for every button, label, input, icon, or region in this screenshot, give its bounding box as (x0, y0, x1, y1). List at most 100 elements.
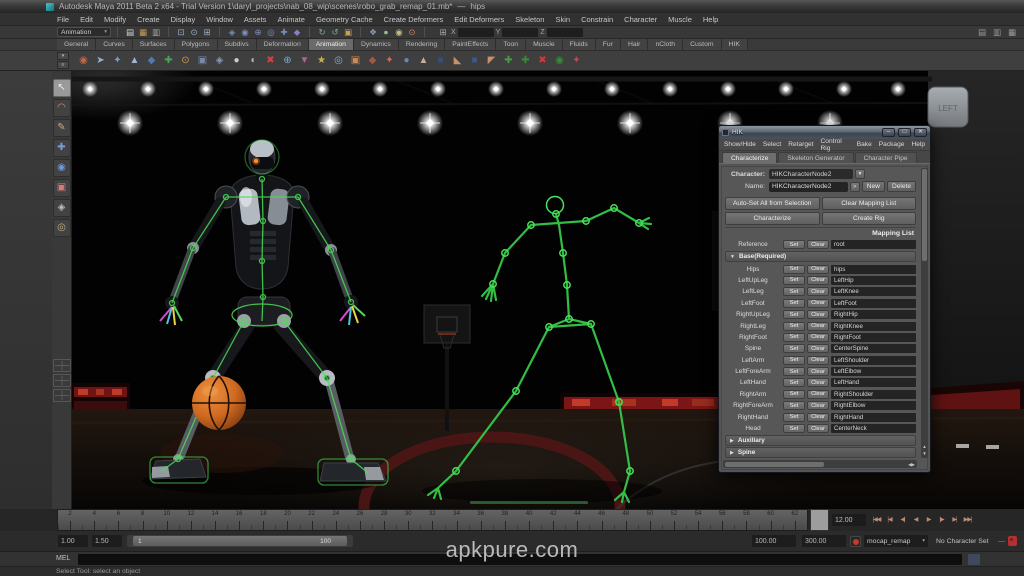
character-set-menu[interactable]: mocap_remap ▾ (864, 535, 928, 547)
status-icon[interactable]: ↻ (316, 26, 328, 38)
hik-menu-item[interactable]: Help (911, 141, 925, 148)
scroll-up-icon[interactable]: ▲ (922, 443, 926, 450)
shelf-icon[interactable]: ✦ (110, 53, 125, 69)
set-button[interactable]: Set (783, 265, 805, 274)
shelf-icon[interactable]: ◈ (212, 53, 227, 69)
menu-item[interactable]: Help (703, 15, 718, 24)
mapping-target-field[interactable]: RightKnee (831, 322, 916, 331)
section-base-required[interactable]: ▼ Base(Required) (725, 251, 916, 262)
shelf-tab[interactable]: Hair (621, 39, 648, 50)
set-button[interactable]: Set (783, 344, 805, 353)
set-button[interactable]: Set (783, 240, 805, 249)
status-icon[interactable]: ◆ (291, 26, 303, 38)
mapping-target-field[interactable]: LeftHand (831, 378, 916, 387)
set-button[interactable]: Set (783, 367, 805, 376)
clear-button[interactable]: Clear (807, 344, 829, 353)
set-button[interactable]: Set (783, 424, 805, 433)
menu-item[interactable]: Modify (104, 15, 126, 24)
shelf-tab[interactable]: Curves (96, 39, 133, 50)
menu-item[interactable]: Constrain (581, 15, 613, 24)
tool-button[interactable]: ✎ (53, 119, 71, 137)
status-icon[interactable]: ⊕ (252, 26, 264, 38)
time-slider[interactable]: 2468101214161820222426283032343638404244… (57, 509, 808, 531)
menu-item[interactable]: Window (206, 15, 233, 24)
shelf-icon[interactable]: ★ (314, 53, 329, 69)
shelf-icon[interactable]: ✖ (535, 53, 550, 69)
set-button[interactable]: Set (783, 333, 805, 342)
scrollbar-thumb[interactable] (922, 169, 927, 261)
current-time-field[interactable]: 12.00 (832, 514, 866, 526)
collapsed-section[interactable]: ▶ Spine (725, 447, 916, 458)
shelf-icon[interactable]: ◣ (450, 53, 465, 69)
clear-button[interactable]: Clear (807, 265, 829, 274)
mapping-target-field[interactable]: LeftElbow (831, 367, 916, 376)
menu-item[interactable]: Skeleton (515, 15, 544, 24)
shelf-icon[interactable]: ✦ (382, 53, 397, 69)
shelf-icon[interactable]: ◉ (552, 53, 567, 69)
shelf-icon[interactable]: ● (229, 53, 244, 69)
shelf-icon[interactable]: ◉ (76, 53, 91, 69)
menu-item[interactable]: Edit Deformers (454, 15, 504, 24)
menu-set-dropdown[interactable]: Animation ▾ (57, 27, 111, 37)
status-icon[interactable]: ▤ (124, 26, 136, 38)
playback-end-field[interactable]: 100.00 (752, 535, 796, 547)
hik-menu-item[interactable]: Show/Hide (724, 141, 756, 148)
collapsed-section[interactable]: ▶ Auxiliary (725, 435, 916, 446)
shelf-tab[interactable]: Toon (496, 39, 526, 50)
shelf-tab[interactable]: HIK (722, 39, 748, 50)
clear-button[interactable]: Clear (807, 424, 829, 433)
mapping-target-field[interactable]: hips (831, 265, 916, 274)
auto-key-button[interactable] (850, 536, 861, 547)
set-button[interactable]: Set (783, 401, 805, 410)
status-icon[interactable]: ⊙ (188, 26, 200, 38)
status-icon[interactable]: ⊞ (201, 26, 213, 38)
shelf-icon[interactable]: ⊕ (280, 53, 295, 69)
menu-item[interactable]: Create Deformers (384, 15, 444, 24)
shelf-tab[interactable]: Deformation (257, 39, 309, 50)
tool-button[interactable]: ↖ (53, 79, 71, 97)
clear-button[interactable]: Clear (807, 367, 829, 376)
hik-menu-item[interactable]: Retarget (788, 141, 813, 148)
tool-button[interactable]: ◎ (53, 219, 71, 237)
menu-item[interactable]: Edit (80, 15, 93, 24)
playback-start-field[interactable]: 1.50 (92, 535, 122, 547)
close-button[interactable]: ✕ (914, 128, 927, 137)
playback-button[interactable]: ▶ (923, 512, 934, 527)
z-coordinate-field[interactable] (547, 28, 583, 37)
maximize-button[interactable]: □ (898, 128, 911, 137)
tool-button[interactable]: ▣ (53, 179, 71, 197)
shelf-icon[interactable]: ● (399, 53, 414, 69)
y-coordinate-field[interactable] (502, 28, 538, 37)
shelf-icon[interactable]: ⊙ (178, 53, 193, 69)
menu-item[interactable]: Muscle (668, 15, 692, 24)
playback-button[interactable]: |◀◀ (871, 512, 882, 527)
mapping-target-field[interactable]: LeftHip (831, 276, 916, 285)
set-button[interactable]: Set (783, 413, 805, 422)
mapping-target-field[interactable]: LeftShoulder (831, 356, 916, 365)
menu-item[interactable]: Skin (555, 15, 570, 24)
clear-button[interactable]: Clear (807, 287, 829, 296)
shelf-tab[interactable]: Dynamics (354, 39, 399, 50)
menu-item[interactable]: Assets (244, 15, 267, 24)
clear-mapping-list-button[interactable]: Clear Mapping List (822, 197, 917, 210)
hik-menu-item[interactable]: Bake (857, 141, 872, 148)
mapping-target-field[interactable]: RightHip (831, 310, 916, 319)
shelf-icon[interactable]: ✖ (263, 53, 278, 69)
shelf-icon[interactable]: ▣ (348, 53, 363, 69)
status-icon[interactable]: ▣ (342, 26, 354, 38)
range-slider-bar[interactable] (133, 536, 347, 546)
menu-item[interactable]: Create (137, 15, 160, 24)
mapping-target-field[interactable]: root (831, 240, 916, 249)
shelf-tab[interactable]: Fluids (563, 39, 596, 50)
mapping-target-field[interactable]: RightHand (831, 413, 916, 422)
layout-button[interactable] (53, 374, 71, 387)
set-button[interactable]: Set (783, 310, 805, 319)
shelf-icon[interactable]: ✚ (518, 53, 533, 69)
layout-button[interactable] (53, 389, 71, 402)
status-icon[interactable]: ◎ (265, 26, 277, 38)
set-button[interactable]: Set (783, 276, 805, 285)
name-expand-button[interactable]: > (850, 182, 860, 192)
hik-menu-item[interactable]: Control Rig (821, 138, 850, 152)
shelf-menu-icon[interactable]: ▾ (57, 52, 69, 60)
shelf-icon[interactable]: ▲ (416, 53, 431, 69)
